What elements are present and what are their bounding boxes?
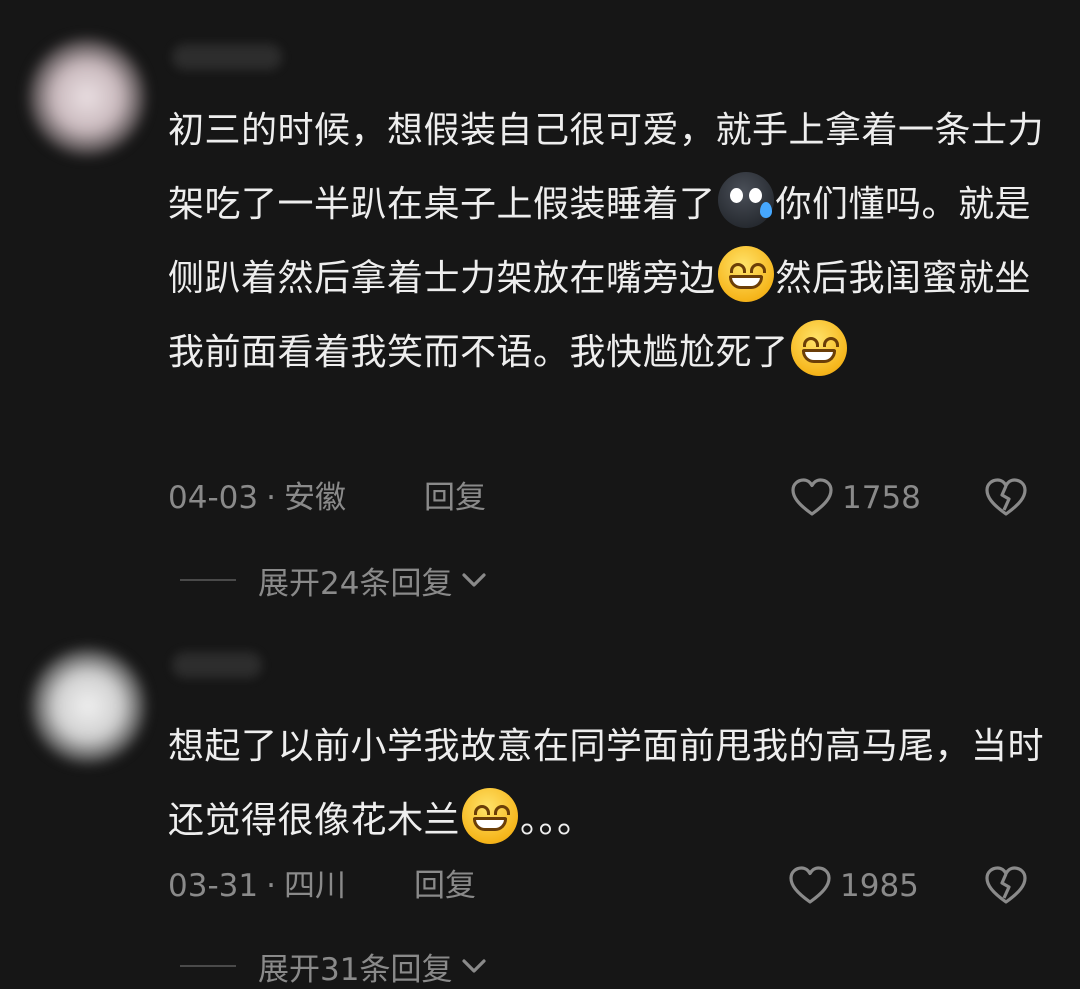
divider-line (180, 579, 236, 581)
username-blurred[interactable] (172, 44, 282, 70)
comment-date: 04-03 (168, 480, 259, 516)
comment-meta: 03-31 · 四川 (168, 866, 346, 906)
username-blurred[interactable] (172, 652, 262, 678)
expand-replies-button[interactable]: 展开31条回复 (180, 946, 488, 988)
chevron-down-icon (462, 573, 487, 587)
comment-location: 四川 (283, 868, 346, 904)
meta-separator: · (266, 868, 276, 904)
like-count: 1758 (842, 480, 921, 516)
chevron-down-icon (462, 959, 487, 973)
grin-emoji-icon (462, 788, 519, 844)
heart-icon (789, 866, 831, 904)
divider-line (180, 965, 236, 967)
like-button[interactable]: 1985 (788, 866, 919, 906)
reply-button[interactable]: 回复 (414, 866, 476, 906)
comment-text: 想起了以前小学我故意在同学面前甩我的高马尾，当时还觉得很像花木兰。。。 (168, 710, 1048, 858)
grin-emoji-icon (790, 320, 847, 376)
dislike-button[interactable] (984, 478, 1028, 518)
sweat-emoji-icon (717, 172, 774, 228)
broken-heart-icon (985, 866, 1027, 904)
broken-heart-icon (985, 478, 1027, 516)
comment-meta: 04-03 · 安徽 (168, 478, 346, 518)
avatar[interactable] (28, 38, 146, 156)
comment-text-segment: 想起了以前小学我故意在同学面前甩我的高马尾，当时还觉得很像花木兰 (168, 726, 1045, 841)
heart-icon (791, 478, 833, 516)
comment-date: 03-31 (168, 868, 259, 904)
grin-emoji-icon (717, 246, 774, 302)
expand-replies-button[interactable]: 展开24条回复 (180, 560, 488, 602)
reply-button[interactable]: 回复 (424, 478, 486, 518)
like-button[interactable]: 1758 (790, 478, 921, 518)
comment-text: 初三的时候，想假装自己很可爱，就手上拿着一条士力架吃了一半趴在桌子上假装睡着了你… (168, 94, 1048, 390)
expand-replies-label: 展开31条回复 (258, 951, 453, 988)
like-count: 1985 (840, 868, 919, 904)
avatar[interactable] (30, 648, 146, 764)
dislike-button[interactable] (984, 866, 1028, 906)
meta-separator: · (266, 480, 276, 516)
comment-text-segment: 。。。 (520, 800, 594, 841)
comment-location: 安徽 (283, 480, 346, 516)
expand-replies-label: 展开24条回复 (258, 565, 453, 602)
